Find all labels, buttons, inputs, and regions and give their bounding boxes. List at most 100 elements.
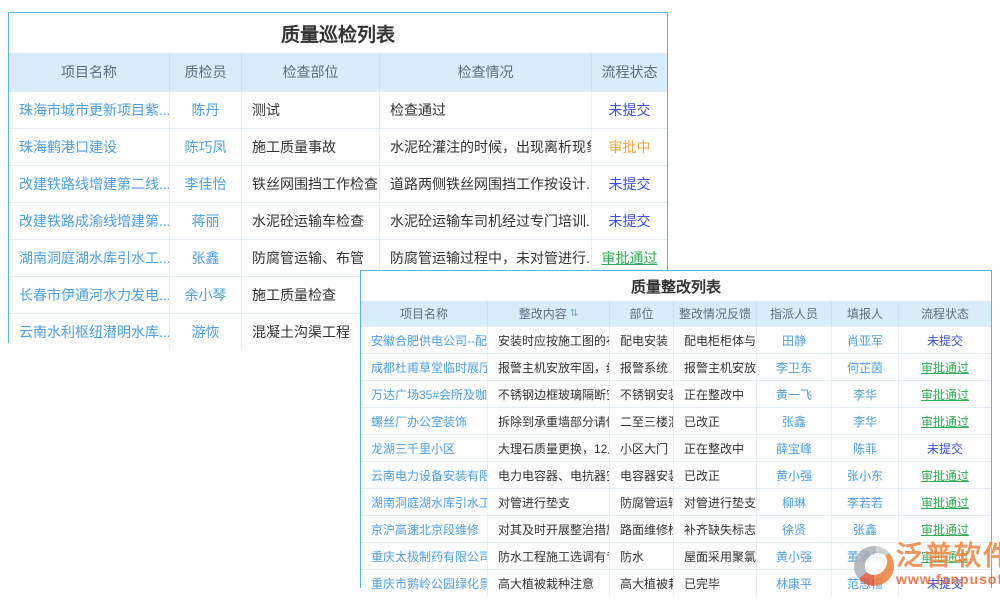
column-header[interactable]: 流程状态 [898,301,991,326]
project-name-link[interactable]: 重庆市鹅岭公园绿化景观提升... [361,570,487,596]
inspector-link[interactable]: 李佳怡 [169,166,241,202]
status-badge[interactable]: 审批通过 [898,516,991,542]
table-row: 京沪高速北京段维修对其及时开展整治措施，桥头...路面维修检...补齐缺失标志.… [361,515,991,542]
project-name-link[interactable]: 重庆太极制药有限公司亳州中... [361,543,487,569]
reporter-link[interactable]: 张鑫 [831,516,898,542]
column-header: 检查情况 [379,53,591,91]
part-cell: 报警系统 [609,354,673,380]
column-header[interactable]: 整改情况反馈 [673,301,756,326]
inspector-link[interactable]: 余小琴 [169,277,241,313]
part-cell: 路面维修检... [609,516,673,542]
rectify-content-cell: 报警主机安放牢固，线缆连接... [487,354,609,380]
assignee-link[interactable]: 徐贤 [756,516,831,542]
rectify-content-cell: 高大植被栽种注意 [487,570,609,596]
project-name-link[interactable]: 长春市伊通河水力发电... [9,277,169,313]
feedback-cell: 对管进行垫支 [673,489,756,515]
status-badge[interactable]: 未提交 [591,166,667,202]
project-name-link[interactable]: 螺丝厂办公室装饰 [361,408,487,434]
column-header: 质检员 [169,53,241,91]
column-header[interactable]: 整改内容⇅ [487,301,609,326]
inspection-situation-cell: 水泥砼灌注的时候，出现离析现象 [379,129,591,165]
project-name-link[interactable]: 云南水利枢纽潜明水库... [9,314,169,350]
status-badge[interactable]: 审批通过 [898,462,991,488]
project-name-link[interactable]: 湖南洞庭湖水库引水工程施工标 [361,489,487,515]
project-name-link[interactable]: 龙湖三千里小区 [361,435,487,461]
inspector-link[interactable]: 张鑫 [169,240,241,276]
reporter-link[interactable]: 张小东 [831,462,898,488]
project-name-link[interactable]: 云南电力设备安装有限公司20... [361,462,487,488]
rectification-header-row: 项目名称整改内容⇅部位整改情况反馈指派人员填报人流程状态 [361,301,991,326]
status-badge[interactable]: 审批通过 [898,354,991,380]
assignee-link[interactable]: 田静 [756,327,831,353]
assignee-link[interactable]: 薛宝峰 [756,435,831,461]
assignee-link[interactable]: 黄一飞 [756,381,831,407]
rectify-content-cell: 不锈钢边框玻璃隔断安装不牢... [487,381,609,407]
rectify-content-cell: 对其及时开展整治措施，桥头... [487,516,609,542]
feedback-cell: 正在整改中 [673,435,756,461]
assignee-link[interactable]: 黄小强 [756,462,831,488]
project-name-link[interactable]: 安徽合肥供电公司--配电设备... [361,327,487,353]
part-cell: 防腐管运输... [609,489,673,515]
rectify-content-cell: 防水工程施工选调有专业资质... [487,543,609,569]
project-name-link[interactable]: 万达广场35#会所及咖啡厅空... [361,381,487,407]
column-header[interactable]: 部位 [609,301,673,326]
feedback-cell: 已改正 [673,462,756,488]
project-name-link[interactable]: 珠海市城市更新项目紫... [9,92,169,128]
assignee-link[interactable]: 李卫东 [756,354,831,380]
column-header[interactable]: 项目名称 [361,301,487,326]
project-name-link[interactable]: 京沪高速北京段维修 [361,516,487,542]
reporter-link[interactable]: 李华 [831,408,898,434]
inspection-list-title: 质量巡检列表 [9,13,667,53]
sort-icon[interactable]: ⇅ [570,308,578,319]
part-cell: 配电安装 [609,327,673,353]
reporter-link[interactable]: 李若若 [831,489,898,515]
project-name-link[interactable]: 湖南洞庭湖水库引水工... [9,240,169,276]
status-badge[interactable]: 审批通过 [898,381,991,407]
reporter-link[interactable]: 何芷茵 [831,354,898,380]
inspector-link[interactable]: 陈丹 [169,92,241,128]
project-name-link[interactable]: 珠海鹤港口建设 [9,129,169,165]
reporter-link[interactable]: 陈菲 [831,435,898,461]
assignee-link[interactable]: 林康平 [756,570,831,596]
assignee-link[interactable]: 张鑫 [756,408,831,434]
status-badge[interactable]: 未提交 [591,92,667,128]
assignee-link[interactable]: 黄小强 [756,543,831,569]
project-name-link[interactable]: 成都杜甫草堂临时展厅独立展... [361,354,487,380]
column-header: 流程状态 [591,53,667,91]
project-name-link[interactable]: 改建铁路线增建第二线... [9,166,169,202]
table-row: 安徽合肥供电公司--配电设备...安装时应按施工图的布置，将...配电安装配电柜… [361,326,991,353]
rectify-content-cell: 安装时应按施工图的布置，将... [487,327,609,353]
inspector-link[interactable]: 陈巧凤 [169,129,241,165]
rectify-content-cell: 对管进行垫支 [487,489,609,515]
feedback-cell: 屋面采用聚氯... [673,543,756,569]
rectify-content-cell: 电力电容器、电抗器安装方案,... [487,462,609,488]
status-badge[interactable]: 审批通过 [898,489,991,515]
column-header[interactable]: 指派人员 [756,301,831,326]
fanpu-watermark: 泛普软件 www.fanpusoft.com [854,542,1000,587]
project-name-link[interactable]: 改建铁路成渝线增建第... [9,203,169,239]
status-badge[interactable]: 审批通过 [898,408,991,434]
inspection-part-cell: 混凝土沟渠工程 [241,314,379,350]
table-row: 改建铁路线增建第二线...李佳怡铁丝网围挡工作检查道路两侧铁丝网围挡工作按设计.… [9,165,667,202]
status-badge[interactable]: 未提交 [898,435,991,461]
part-cell: 二至三楼混... [609,408,673,434]
part-cell: 高大植被栽种 [609,570,673,596]
inspector-link[interactable]: 蒋丽 [169,203,241,239]
table-row: 云南电力设备安装有限公司20...电力电容器、电抗器安装方案,...电容器安装.… [361,461,991,488]
watermark-url-text: www.fanpusoft.com [896,571,1000,587]
table-row: 改建铁路成渝线增建第...蒋丽水泥砼运输车检查水泥砼运输车司机经过专门培训...… [9,202,667,239]
assignee-link[interactable]: 柳琳 [756,489,831,515]
rectification-list-title: 质量整改列表 [361,271,991,301]
column-header[interactable]: 填报人 [831,301,898,326]
status-badge[interactable]: 未提交 [591,203,667,239]
reporter-link[interactable]: 李华 [831,381,898,407]
table-row: 珠海鹤港口建设陈巧凤施工质量事故水泥砼灌注的时候，出现离析现象审批中 [9,128,667,165]
part-cell: 不锈钢安装... [609,381,673,407]
status-badge[interactable]: 未提交 [898,327,991,353]
status-badge[interactable]: 审批中 [591,129,667,165]
reporter-link[interactable]: 肖亚军 [831,327,898,353]
part-cell: 防水 [609,543,673,569]
feedback-cell: 报警主机安放... [673,354,756,380]
inspector-link[interactable]: 游恢 [169,314,241,350]
inspection-part-cell: 防腐管运输、布管 [241,240,379,276]
